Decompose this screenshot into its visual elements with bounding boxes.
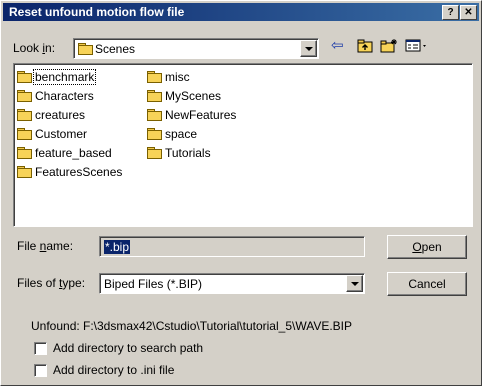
folder-icon	[17, 71, 32, 83]
add-search-path-label: Add directory to search path	[53, 341, 204, 355]
look-in-value: Scenes	[95, 42, 136, 56]
folder-icon	[147, 147, 162, 159]
up-folder-icon[interactable]	[357, 38, 373, 57]
folder-icon	[147, 90, 162, 102]
folder-item[interactable]: Customer	[17, 127, 123, 146]
folder-item[interactable]: FeaturesScenes	[17, 165, 123, 184]
folder-icon	[17, 109, 32, 121]
folder-icon	[17, 128, 32, 140]
unfound-path: F:\3dsmax42\Cstudio\Tutorial\tutorial_5\…	[83, 319, 352, 333]
close-button[interactable]: ✕	[460, 5, 477, 20]
back-icon[interactable]: ⇦	[331, 36, 344, 54]
title-bar: Reset unfound motion flow file ? ✕	[3, 3, 479, 21]
chevron-down-icon	[305, 47, 313, 51]
look-in-dropdown-button[interactable]	[300, 40, 317, 57]
dialog-title: Reset unfound motion flow file	[9, 5, 185, 19]
file-name-value: *.bip	[104, 240, 131, 254]
folder-icon	[147, 71, 162, 83]
folder-item[interactable]: creatures	[17, 108, 123, 127]
look-in-dropdown[interactable]: Scenes	[73, 38, 319, 59]
add-ini-checkbox[interactable]	[34, 364, 47, 377]
file-type-value: Biped Files (*.BIP)	[104, 277, 203, 291]
folder-icon	[17, 147, 32, 159]
folder-item[interactable]: NewFeatures	[147, 108, 237, 127]
folder-icon	[78, 43, 93, 55]
new-folder-icon[interactable]	[380, 38, 398, 57]
file-name-input[interactable]: *.bip	[99, 236, 365, 257]
file-type-dropdown-button[interactable]	[346, 275, 363, 292]
folder-icon	[17, 90, 32, 102]
dialog-window: Reset unfound motion flow file ? ✕ Look …	[0, 0, 482, 386]
folder-item[interactable]: benchmark	[17, 69, 123, 89]
file-type-label: Files of type:	[17, 276, 86, 290]
folder-item[interactable]: MyScenes	[147, 89, 237, 108]
folder-item[interactable]: Characters	[17, 89, 123, 108]
add-ini-label: Add directory to .ini file	[53, 363, 175, 377]
file-list[interactable]: benchmark Characters creatures Customer …	[13, 63, 473, 227]
folder-item[interactable]: space	[147, 127, 237, 146]
folder-item[interactable]: Tutorials	[147, 146, 237, 165]
unfound-label: Unfound:	[31, 319, 80, 333]
folder-icon	[147, 109, 162, 121]
view-menu-icon[interactable]	[405, 38, 429, 57]
folder-item[interactable]: misc	[147, 70, 237, 89]
file-type-dropdown[interactable]: Biped Files (*.BIP)	[99, 273, 365, 294]
help-button[interactable]: ?	[442, 5, 459, 20]
look-in-label: Look in:	[13, 41, 56, 55]
folder-item[interactable]: feature_based	[17, 146, 123, 165]
folder-icon	[147, 128, 162, 140]
folder-icon	[17, 166, 32, 178]
file-list-column-right: misc MyScenes NewFeatures space Tutorial…	[147, 70, 237, 165]
open-button[interactable]: Open	[387, 235, 467, 259]
add-search-path-checkbox[interactable]	[34, 342, 47, 355]
chevron-down-icon	[351, 282, 359, 286]
file-name-label: File name:	[17, 239, 74, 253]
file-list-column-left: benchmark Characters creatures Customer …	[17, 69, 123, 184]
cancel-button[interactable]: Cancel	[387, 272, 467, 296]
